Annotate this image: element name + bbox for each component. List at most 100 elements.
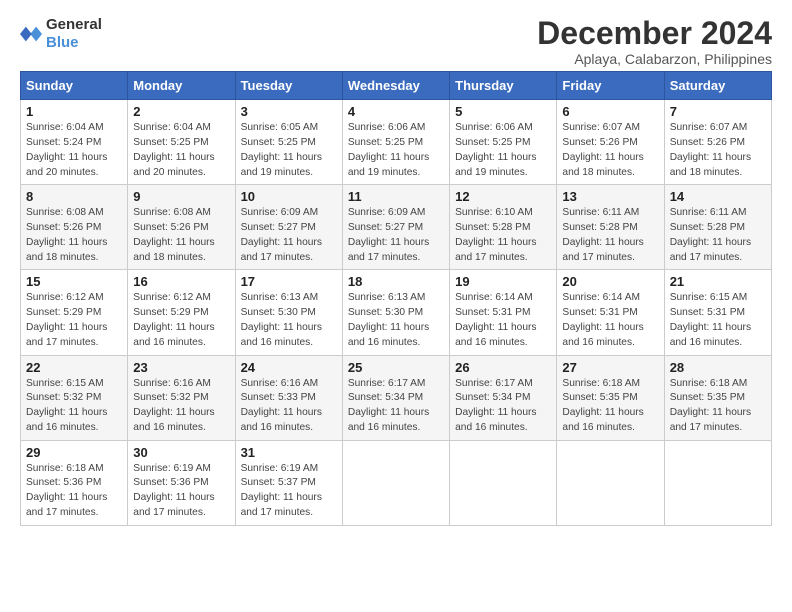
day-detail: Sunrise: 6:08 AMSunset: 5:26 PMDaylight:… — [133, 206, 229, 265]
calendar-cell: 20 Sunrise: 6:14 AMSunset: 5:31 PMDayligh… — [557, 270, 664, 355]
day-number: 31 — [241, 445, 337, 460]
calendar-cell: 3 Sunrise: 6:05 AMSunset: 5:25 PMDaylight… — [235, 100, 342, 185]
calendar-cell: 23 Sunrise: 6:16 AMSunset: 5:32 PMDayligh… — [128, 355, 235, 440]
calendar-cell: 15Sunrise: 6:12 AMSunset: 5:29 PMDayligh… — [21, 270, 128, 355]
calendar-week-row: 1 Sunrise: 6:04 AMSunset: 5:24 PMDaylight… — [21, 100, 772, 185]
header-monday: Monday — [128, 72, 235, 100]
day-number: 27 — [562, 360, 658, 375]
day-number: 5 — [455, 104, 551, 119]
calendar-cell — [664, 440, 771, 525]
calendar-week-row: 22Sunrise: 6:15 AMSunset: 5:32 PMDayligh… — [21, 355, 772, 440]
calendar-cell: 5 Sunrise: 6:06 AMSunset: 5:25 PMDaylight… — [450, 100, 557, 185]
calendar-cell: 25 Sunrise: 6:17 AMSunset: 5:34 PMDayligh… — [342, 355, 449, 440]
calendar-cell: 28 Sunrise: 6:18 AMSunset: 5:35 PMDayligh… — [664, 355, 771, 440]
day-number: 30 — [133, 445, 229, 460]
day-number: 23 — [133, 360, 229, 375]
day-detail: Sunrise: 6:05 AMSunset: 5:25 PMDaylight:… — [241, 121, 337, 180]
day-number: 25 — [348, 360, 444, 375]
calendar-cell: 14 Sunrise: 6:11 AMSunset: 5:28 PMDayligh… — [664, 185, 771, 270]
day-number: 11 — [348, 189, 444, 204]
calendar-cell: 7 Sunrise: 6:07 AMSunset: 5:26 PMDaylight… — [664, 100, 771, 185]
day-detail: Sunrise: 6:10 AMSunset: 5:28 PMDaylight:… — [455, 206, 551, 265]
day-number: 20 — [562, 274, 658, 289]
day-number: 26 — [455, 360, 551, 375]
header-thursday: Thursday — [450, 72, 557, 100]
calendar-cell: 17 Sunrise: 6:13 AMSunset: 5:30 PMDayligh… — [235, 270, 342, 355]
day-detail: Sunrise: 6:13 AMSunset: 5:30 PMDaylight:… — [348, 291, 444, 350]
day-detail: Sunrise: 6:18 AMSunset: 5:35 PMDaylight:… — [670, 377, 766, 436]
calendar-cell: 2 Sunrise: 6:04 AMSunset: 5:25 PMDaylight… — [128, 100, 235, 185]
day-detail: Sunrise: 6:19 AMSunset: 5:36 PMDaylight:… — [133, 462, 229, 521]
month-title: December 2024 — [537, 16, 772, 51]
day-number: 24 — [241, 360, 337, 375]
day-detail: Sunrise: 6:07 AMSunset: 5:26 PMDaylight:… — [670, 121, 766, 180]
day-number: 28 — [670, 360, 766, 375]
day-detail: Sunrise: 6:06 AMSunset: 5:25 PMDaylight:… — [455, 121, 551, 180]
day-detail: Sunrise: 6:19 AMSunset: 5:37 PMDaylight:… — [241, 462, 337, 521]
calendar-cell: 4 Sunrise: 6:06 AMSunset: 5:25 PMDaylight… — [342, 100, 449, 185]
day-number: 17 — [241, 274, 337, 289]
day-detail: Sunrise: 6:04 AMSunset: 5:24 PMDaylight:… — [26, 121, 122, 180]
day-number: 7 — [670, 104, 766, 119]
calendar-cell: 12Sunrise: 6:10 AMSunset: 5:28 PMDayligh… — [450, 185, 557, 270]
day-number: 1 — [26, 104, 122, 119]
calendar-cell: 22Sunrise: 6:15 AMSunset: 5:32 PMDayligh… — [21, 355, 128, 440]
header: General Blue December 2024 Aplaya, Calab… — [20, 16, 772, 67]
day-detail: Sunrise: 6:13 AMSunset: 5:30 PMDaylight:… — [241, 291, 337, 350]
calendar-cell: 31 Sunrise: 6:19 AMSunset: 5:37 PMDayligh… — [235, 440, 342, 525]
day-detail: Sunrise: 6:15 AMSunset: 5:31 PMDaylight:… — [670, 291, 766, 350]
day-number: 14 — [670, 189, 766, 204]
day-detail: Sunrise: 6:11 AMSunset: 5:28 PMDaylight:… — [562, 206, 658, 265]
calendar-cell: 16Sunrise: 6:12 AMSunset: 5:29 PMDayligh… — [128, 270, 235, 355]
calendar-cell: 11 Sunrise: 6:09 AMSunset: 5:27 PMDayligh… — [342, 185, 449, 270]
calendar-cell: 26Sunrise: 6:17 AMSunset: 5:34 PMDayligh… — [450, 355, 557, 440]
calendar-cell: 29 Sunrise: 6:18 AMSunset: 5:36 PMDayligh… — [21, 440, 128, 525]
day-detail: Sunrise: 6:16 AMSunset: 5:32 PMDaylight:… — [133, 377, 229, 436]
day-number: 10 — [241, 189, 337, 204]
day-detail: Sunrise: 6:07 AMSunset: 5:26 PMDaylight:… — [562, 121, 658, 180]
page: General Blue December 2024 Aplaya, Calab… — [0, 0, 792, 612]
logo: General Blue — [20, 16, 102, 52]
calendar-cell: 6 Sunrise: 6:07 AMSunset: 5:26 PMDaylight… — [557, 100, 664, 185]
calendar-cell: 30 Sunrise: 6:19 AMSunset: 5:36 PMDayligh… — [128, 440, 235, 525]
header-saturday: Saturday — [664, 72, 771, 100]
calendar-week-row: 15 Sunrise: 6:12 AMSunset: 5:29 PMDayligh… — [21, 270, 772, 355]
day-detail: Sunrise: 6:08 AMSunset: 5:26 PMDaylight:… — [26, 206, 122, 265]
header-friday: Friday — [557, 72, 664, 100]
header-wednesday: Wednesday — [342, 72, 449, 100]
day-detail: Sunrise: 6:04 AMSunset: 5:25 PMDaylight:… — [133, 121, 229, 180]
header-tuesday: Tuesday — [235, 72, 342, 100]
day-number: 2 — [133, 104, 229, 119]
day-detail: Sunrise: 6:15 AMSunset: 5:32 PMDaylight:… — [26, 377, 122, 436]
day-number: 9 — [133, 189, 229, 204]
calendar-cell: 10Sunrise: 6:09 AMSunset: 5:27 PMDayligh… — [235, 185, 342, 270]
calendar-week-row: 8Sunrise: 6:08 AMSunset: 5:26 PMDaylight… — [21, 185, 772, 270]
title-block: December 2024 Aplaya, Calabarzon, Philip… — [537, 16, 772, 67]
day-detail: Sunrise: 6:14 AMSunset: 5:31 PMDaylight:… — [562, 291, 658, 350]
calendar-cell: 8Sunrise: 6:08 AMSunset: 5:26 PMDaylight… — [21, 185, 128, 270]
day-number: 4 — [348, 104, 444, 119]
day-number: 29 — [26, 445, 122, 460]
day-number: 13 — [562, 189, 658, 204]
day-number: 3 — [241, 104, 337, 119]
day-detail: Sunrise: 6:12 AMSunset: 5:29 PMDaylight:… — [133, 291, 229, 350]
day-number: 6 — [562, 104, 658, 119]
calendar-table: Sunday Monday Tuesday Wednesday Thursday… — [20, 71, 772, 526]
calendar-cell: 27Sunrise: 6:18 AMSunset: 5:35 PMDayligh… — [557, 355, 664, 440]
day-detail: Sunrise: 6:06 AMSunset: 5:25 PMDaylight:… — [348, 121, 444, 180]
location-subtitle: Aplaya, Calabarzon, Philippines — [537, 51, 772, 67]
day-number: 18 — [348, 274, 444, 289]
weekday-header-row: Sunday Monday Tuesday Wednesday Thursday… — [21, 72, 772, 100]
day-detail: Sunrise: 6:09 AMSunset: 5:27 PMDaylight:… — [348, 206, 444, 265]
calendar-cell: 9 Sunrise: 6:08 AMSunset: 5:26 PMDaylight… — [128, 185, 235, 270]
calendar-week-row: 29 Sunrise: 6:18 AMSunset: 5:36 PMDayligh… — [21, 440, 772, 525]
logo-text: General Blue — [46, 16, 102, 52]
day-number: 15 — [26, 274, 122, 289]
calendar-cell: 18 Sunrise: 6:13 AMSunset: 5:30 PMDayligh… — [342, 270, 449, 355]
day-detail: Sunrise: 6:16 AMSunset: 5:33 PMDaylight:… — [241, 377, 337, 436]
calendar-cell: 1 Sunrise: 6:04 AMSunset: 5:24 PMDaylight… — [21, 100, 128, 185]
day-detail: Sunrise: 6:17 AMSunset: 5:34 PMDaylight:… — [348, 377, 444, 436]
day-detail: Sunrise: 6:11 AMSunset: 5:28 PMDaylight:… — [670, 206, 766, 265]
calendar-cell: 13 Sunrise: 6:11 AMSunset: 5:28 PMDayligh… — [557, 185, 664, 270]
day-detail: Sunrise: 6:18 AMSunset: 5:36 PMDaylight:… — [26, 462, 122, 521]
